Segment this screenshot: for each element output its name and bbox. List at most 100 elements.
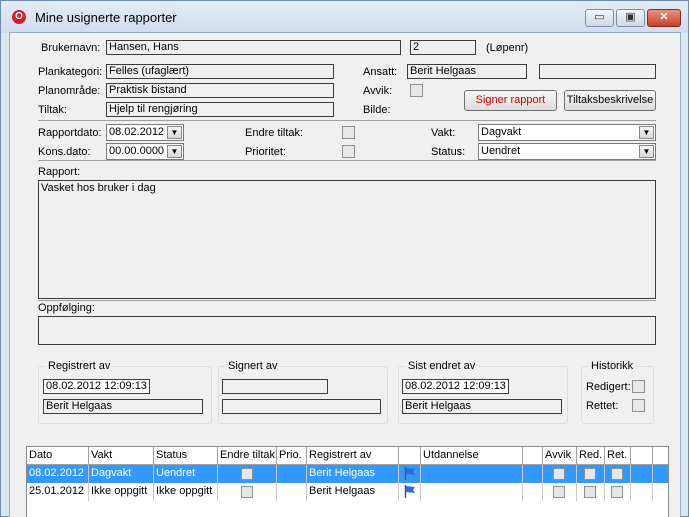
column-header-ret[interactable]: Ret.: [605, 447, 631, 465]
ret-row-checkbox[interactable]: [611, 468, 623, 480]
column-header-vakt[interactable]: Vakt: [89, 447, 154, 465]
close-button[interactable]: ✕: [647, 9, 681, 27]
status-select[interactable]: Uendret ▼: [478, 143, 656, 160]
cell-prio: [277, 465, 307, 483]
maximize-icon: ▣: [625, 11, 636, 23]
avvik-row-checkbox[interactable]: [553, 468, 565, 480]
flag-icon[interactable]: [404, 485, 416, 498]
status-label: Status:: [431, 146, 466, 158]
ansatt-extra-field[interactable]: [539, 64, 656, 79]
historikk-group: Historikk: [581, 360, 654, 424]
ret-row-checkbox[interactable]: [611, 486, 623, 498]
column-header-status[interactable]: Status: [154, 447, 218, 465]
rettet-checkbox[interactable]: [632, 399, 645, 412]
vakt-select[interactable]: Dagvakt ▼: [478, 124, 656, 141]
cell-end: [631, 465, 653, 483]
rapport-label: Rapport:: [38, 166, 81, 178]
lopenr-field[interactable]: 2: [410, 40, 476, 55]
cell-flag: [399, 465, 421, 483]
column-header-blank[interactable]: [523, 447, 543, 465]
cell-utdannelse: [421, 465, 523, 483]
minimize-button[interactable]: ▭: [585, 9, 614, 27]
cell-endre-tiltak: [218, 465, 277, 483]
prioritet-checkbox[interactable]: [342, 145, 355, 158]
cell-status: Ikke oppgitt: [154, 483, 218, 501]
brukernavn-field[interactable]: Hansen, Hans: [106, 40, 401, 55]
column-header-end[interactable]: [631, 447, 653, 465]
red-row-checkbox[interactable]: [584, 468, 596, 480]
redigert-label: Redigert:: [586, 381, 631, 393]
signer-rapport-button[interactable]: Signer rapport: [464, 90, 557, 111]
rapport-textarea[interactable]: Vasket hos bruker i dag: [38, 180, 656, 299]
registrert-datetime-field[interactable]: 08.02.2012 12:09:13: [43, 379, 150, 394]
tiltaksbeskrivelse-button[interactable]: Tiltaksbeskrivelse: [564, 90, 656, 111]
chevron-down-icon[interactable]: ▼: [639, 126, 654, 139]
column-header-endre-tiltak[interactable]: Endre tiltak: [218, 447, 277, 465]
cell-ret: [605, 483, 631, 501]
konsdato-value: 00.00.0000: [109, 145, 165, 157]
cell-dato: 25.01.2012: [27, 483, 89, 501]
signert-av-group: Signert av: [218, 360, 388, 424]
ansatt-field[interactable]: Berit Helgaas: [407, 64, 527, 79]
endre-tiltak-checkbox[interactable]: [241, 486, 253, 498]
cell-blank: [523, 465, 543, 483]
planomrade-label: Planområde:: [38, 85, 101, 97]
cell-red: [577, 465, 605, 483]
konsdato-label: Kons.dato:: [38, 146, 91, 158]
cell-prio: [277, 483, 307, 501]
historikk-title: Historikk: [588, 360, 637, 373]
cell-blank: [523, 483, 543, 501]
avvik-checkbox[interactable]: [410, 84, 423, 97]
signert-datetime-field[interactable]: [222, 379, 328, 394]
column-header-registrert-av[interactable]: Registrert av: [307, 447, 399, 465]
column-header-dato[interactable]: Dato: [27, 447, 89, 465]
plankategori-field[interactable]: Felles (ufaglært): [106, 64, 334, 79]
chevron-down-icon[interactable]: ▼: [639, 145, 654, 158]
column-header-avvik[interactable]: Avvik: [543, 447, 577, 465]
signert-name-field[interactable]: [222, 399, 381, 414]
tiltak-field[interactable]: Hjelp til rengjøring: [106, 102, 334, 117]
red-row-checkbox[interactable]: [584, 486, 596, 498]
maximize-button[interactable]: ▣: [616, 9, 645, 27]
column-header-prio[interactable]: Prio.: [277, 447, 307, 465]
rapportdato-picker[interactable]: 08.02.2012 ▼: [106, 124, 184, 141]
tiltak-label: Tiltak:: [38, 104, 67, 116]
app-icon: O: [12, 10, 26, 24]
avvik-row-checkbox[interactable]: [553, 486, 565, 498]
oppfolging-textarea[interactable]: [38, 316, 656, 345]
chevron-down-icon[interactable]: ▼: [167, 145, 182, 158]
cell-flag: [399, 483, 421, 501]
cell-dato: 08.02.2012: [27, 465, 89, 483]
table-row[interactable]: 25.01.2012 Ikke oppgitt Ikke oppgitt Ber…: [27, 483, 668, 501]
sist-endret-name-field[interactable]: Berit Helgaas: [402, 399, 562, 414]
cell-registrert-av: Berit Helgaas: [307, 483, 399, 501]
close-icon: ✕: [659, 11, 669, 23]
reports-table[interactable]: Dato Vakt Status Endre tiltak Prio. Regi…: [26, 446, 669, 517]
cell-endre-tiltak: [218, 483, 277, 501]
rapportdato-value: 08.02.2012: [109, 126, 165, 138]
chevron-down-icon[interactable]: ▼: [167, 126, 182, 139]
table-row[interactable]: 08.02.2012 Dagvakt Uendret Berit Helgaas: [27, 465, 668, 483]
sist-endret-av-group: Sist endret av: [398, 360, 568, 424]
cell-vakt: Dagvakt: [89, 465, 154, 483]
konsdato-picker[interactable]: 00.00.0000 ▼: [106, 143, 184, 160]
title-bar[interactable]: O Mine usignerte rapporter ▭ ▣ ✕: [1, 1, 688, 33]
endre-tiltak-checkbox[interactable]: [241, 468, 253, 480]
minimize-icon: ▭: [594, 11, 605, 23]
column-header-flag[interactable]: [399, 447, 421, 465]
registrert-name-field[interactable]: Berit Helgaas: [43, 399, 203, 414]
divider: [38, 120, 656, 121]
rapportdato-label: Rapportdato:: [38, 127, 102, 139]
column-header-red[interactable]: Red.: [577, 447, 605, 465]
sist-endret-av-title: Sist endret av: [405, 360, 479, 373]
ansatt-label: Ansatt:: [363, 66, 398, 78]
column-header-utdannelse[interactable]: Utdannelse: [421, 447, 523, 465]
flag-icon[interactable]: [404, 467, 416, 480]
endre-tiltak-checkbox[interactable]: [342, 126, 355, 139]
divider: [38, 160, 656, 161]
sist-endret-datetime-field[interactable]: 08.02.2012 12:09:13: [402, 379, 509, 394]
form-area: Brukernavn: Hansen, Hans 2 (Løpenr) Plan…: [9, 32, 681, 517]
vakt-value: Dagvakt: [481, 126, 522, 138]
redigert-checkbox[interactable]: [632, 380, 645, 393]
planomrade-field[interactable]: Praktisk bistand: [106, 83, 334, 98]
